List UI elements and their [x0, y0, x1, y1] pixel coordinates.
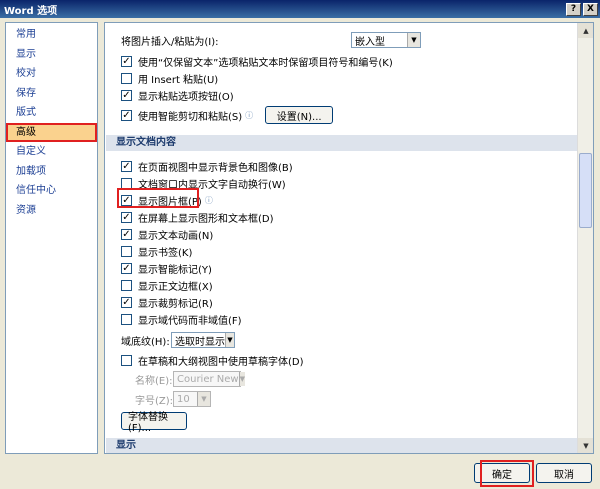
sidebar-item-save[interactable]: 保存 [6, 84, 97, 104]
doc-content-row-0[interactable]: 在页面视图中显示背景色和图像(B) [121, 159, 293, 174]
field-codes-checkbox[interactable] [121, 313, 132, 325]
draft-font-label: 在草稿和大纲视图中使用草稿字体(D) [138, 356, 304, 368]
sidebar-item-common[interactable]: 常用 [6, 25, 97, 45]
sidebar-item-resources[interactable]: 资源 [6, 201, 97, 221]
scroll-down-icon[interactable]: ▼ [578, 438, 593, 453]
smart-tags-label: 显示智能标记(Y) [138, 264, 212, 276]
window-title: Word 选项 [4, 5, 58, 17]
title-bar: Word 选项 ? X [0, 0, 600, 18]
doc-content-row-7[interactable]: 显示正文边框(X) [121, 278, 213, 293]
doc-content-row-3[interactable]: 在屏幕上显示图形和文本框(D) [121, 210, 274, 225]
show-paste-options-label: 显示粘贴选项按钮(O) [138, 91, 234, 103]
keep-bullets-checkbox[interactable] [121, 55, 132, 67]
section-header-document-content: 显示文档内容 [106, 135, 577, 151]
sidebar-item-addins[interactable]: 加载项 [6, 162, 97, 182]
category-sidebar: 常用 显示 校对 保存 版式 高级 自定义 加载项 信任中心 资源 [5, 22, 98, 454]
doc-content-row-9[interactable]: 显示域代码而非域值(F) [121, 312, 242, 327]
help-button[interactable]: ? [566, 2, 581, 16]
font-size-dropdown[interactable]: 10 ▼ [173, 391, 211, 407]
font-name-value: Courier New [177, 373, 239, 385]
font-name-dropdown[interactable]: Courier New ▼ [173, 371, 245, 387]
smart-cut-row[interactable]: 使用智能剪切和粘贴(S) ⓘ 设置(N)... [121, 105, 334, 125]
crop-marks-label: 显示裁剪标记(R) [138, 298, 213, 310]
use-insert-label: 用 Insert 粘贴(U) [138, 74, 219, 86]
keep-bullets-label: 使用“仅保留文本”选项粘贴文本时保留项目符号和编号(K) [138, 57, 393, 69]
ok-button[interactable]: 确定 [474, 463, 530, 483]
doc-content-row-8[interactable]: 显示裁剪标记(R) [121, 295, 213, 310]
chevron-down-icon: ▼ [197, 392, 210, 406]
field-shading-label: 域底纹(H): [121, 336, 170, 348]
insert-paste-row: 将图片插入/粘贴为(I): 嵌入型 ▼ [121, 32, 421, 48]
picture-placeholders-label: 显示图片框(P) [138, 196, 202, 208]
picture-placeholders-checkbox[interactable] [121, 194, 132, 206]
text-boundaries-checkbox[interactable] [121, 279, 132, 291]
field-shading-row: 域底纹(H): 选取时显示 ▼ [121, 332, 235, 348]
font-name-label: 名称(E): [135, 375, 173, 387]
chevron-down-icon: ▼ [225, 333, 234, 347]
draft-font-checkbox[interactable] [121, 354, 132, 366]
background-images-label: 在页面视图中显示背景色和图像(B) [138, 162, 293, 174]
font-substitution-button[interactable]: 字体替换(F)... [121, 412, 187, 434]
crop-marks-checkbox[interactable] [121, 296, 132, 308]
smart-cut-label: 使用智能剪切和粘贴(S) [138, 111, 243, 123]
sidebar-item-trust-center[interactable]: 信任中心 [6, 181, 97, 201]
draft-font-name-row: 名称(E): Courier New ▼ [135, 371, 245, 387]
close-button[interactable]: X [583, 2, 598, 16]
info-icon: ⓘ [245, 110, 254, 120]
show-paste-options-row[interactable]: 显示粘贴选项按钮(O) [121, 88, 234, 103]
smart-cut-checkbox[interactable] [121, 109, 132, 121]
text-wrap-checkbox[interactable] [121, 177, 132, 189]
doc-content-row-6[interactable]: 显示智能标记(Y) [121, 261, 212, 276]
background-images-checkbox[interactable] [121, 160, 132, 172]
use-insert-row[interactable]: 用 Insert 粘贴(U) [121, 71, 219, 86]
drawings-textboxes-label: 在屏幕上显示图形和文本框(D) [138, 213, 274, 225]
drawings-textboxes-checkbox[interactable] [121, 211, 132, 223]
sidebar-item-display[interactable]: 显示 [6, 45, 97, 65]
insert-paste-value: 嵌入型 [355, 36, 385, 48]
field-codes-label: 显示域代码而非域值(F) [138, 315, 242, 327]
content-scrollbar[interactable]: ▲ ▼ [577, 23, 593, 453]
doc-content-row-4[interactable]: 显示文本动画(N) [121, 227, 214, 242]
sidebar-item-customize[interactable]: 自定义 [6, 142, 97, 162]
settings-button[interactable]: 设置(N)... [265, 106, 334, 124]
text-boundaries-label: 显示正文边框(X) [138, 281, 213, 293]
use-insert-checkbox[interactable] [121, 72, 132, 84]
options-content-pane: 将图片插入/粘贴为(I): 嵌入型 ▼ 使用“仅保留文本”选项粘贴文本时保留项目… [104, 22, 594, 454]
draft-font-size-row: 字号(Z): 10 ▼ [135, 391, 211, 407]
sidebar-item-layout[interactable]: 版式 [6, 103, 97, 123]
scroll-up-icon[interactable]: ▲ [578, 23, 593, 38]
insert-paste-dropdown[interactable]: 嵌入型 ▼ [351, 32, 421, 48]
bookmarks-checkbox[interactable] [121, 245, 132, 257]
text-animation-label: 显示文本动画(N) [138, 230, 214, 242]
cancel-button[interactable]: 取消 [536, 463, 592, 483]
chevron-down-icon: ▼ [407, 33, 420, 47]
field-shading-dropdown[interactable]: 选取时显示 ▼ [171, 332, 235, 348]
show-paste-options-checkbox[interactable] [121, 89, 132, 101]
doc-content-row-2[interactable]: 显示图片框(P) ⓘ [121, 193, 213, 208]
sidebar-item-advanced[interactable]: 高级 [6, 122, 97, 142]
section-header-display: 显示 [106, 438, 577, 453]
font-size-label: 字号(Z): [135, 395, 174, 407]
doc-content-row-5[interactable]: 显示书签(K) [121, 244, 193, 259]
doc-content-row-1[interactable]: 文档窗口内显示文字自动换行(W) [121, 176, 286, 191]
chevron-down-icon: ▼ [238, 372, 245, 386]
text-animation-checkbox[interactable] [121, 228, 132, 240]
scroll-thumb[interactable] [579, 153, 592, 228]
text-wrap-label: 文档窗口内显示文字自动换行(W) [138, 179, 286, 191]
sidebar-item-proofing[interactable]: 校对 [6, 64, 97, 84]
smart-tags-checkbox[interactable] [121, 262, 132, 274]
field-shading-value: 选取时显示 [175, 336, 225, 348]
insert-paste-label: 将图片插入/粘贴为(I): [121, 36, 219, 48]
info-icon: ⓘ [204, 195, 213, 205]
font-size-value: 10 [177, 393, 190, 405]
keep-bullets-row[interactable]: 使用“仅保留文本”选项粘贴文本时保留项目符号和编号(K) [121, 54, 393, 69]
bookmarks-label: 显示书签(K) [138, 247, 193, 259]
draft-font-row[interactable]: 在草稿和大纲视图中使用草稿字体(D) [121, 353, 304, 368]
